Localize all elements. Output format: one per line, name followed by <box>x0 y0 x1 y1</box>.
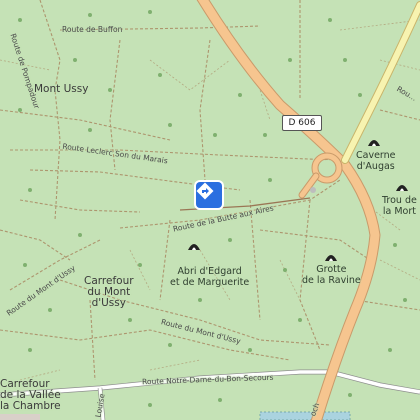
cave-icon[interactable] <box>188 242 200 250</box>
poi-line: Abri d'Edgard <box>177 266 242 277</box>
cave-icon[interactable] <box>325 253 337 261</box>
poi-abri-edgard[interactable]: Abri d'Edgard et de Marguerite <box>170 266 249 288</box>
location-marker-icon[interactable] <box>196 182 222 208</box>
poi-line: Caverne <box>356 150 396 161</box>
direction-diamond-icon <box>196 182 214 200</box>
place-mont-ussy[interactable]: Mont Ussy <box>34 84 88 95</box>
place-line: d'Ussy <box>91 297 126 309</box>
cave-icon[interactable] <box>368 138 380 146</box>
place-line: la Chambre <box>0 400 61 412</box>
map-layer <box>0 0 420 420</box>
road-label-buffon: Route de Buffon <box>62 25 123 34</box>
poi-line: Grotte <box>316 264 347 275</box>
poi-grotte-ravine[interactable]: Grotte de la Ravine <box>302 264 361 286</box>
poi-line: et de Marguerite <box>170 277 250 288</box>
poi-line: Trou de <box>382 195 417 206</box>
poi-caverne-augas[interactable]: Caverne d'Augas <box>356 150 396 172</box>
place-carrefour-vallee[interactable]: Carrefour de la Vallée la Chambre <box>0 379 61 412</box>
map-canvas[interactable]: Route de Buffon Route Leclerc Son du Mar… <box>0 0 420 420</box>
poi-line: la Mort <box>382 206 416 217</box>
cave-icon[interactable] <box>396 183 408 191</box>
poi-line: de la Ravine <box>302 275 361 286</box>
route-shield-d606: D 606 <box>282 115 322 131</box>
place-carrefour-mont-ussy[interactable]: Carrefour du Mont d'Ussy <box>84 276 134 309</box>
poi-line: d'Augas <box>356 161 395 172</box>
poi-trou-mort[interactable]: Trou de la Mort <box>382 195 417 217</box>
